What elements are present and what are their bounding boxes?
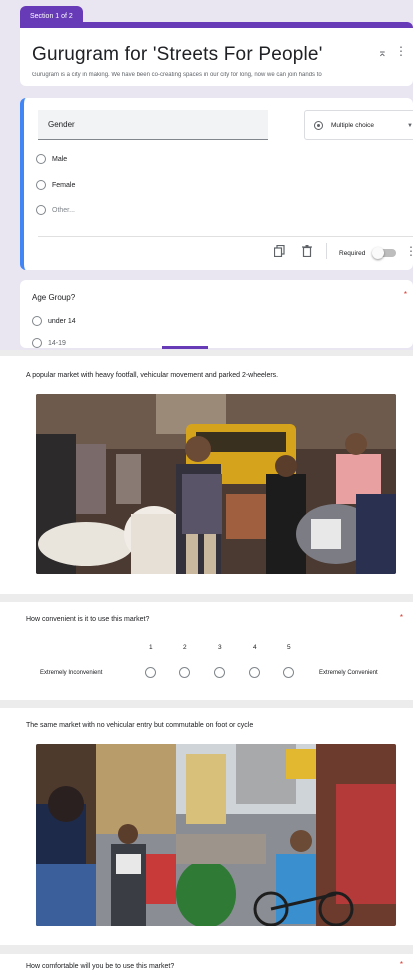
market-pedestrian-photo — [36, 744, 396, 926]
vertical-divider — [326, 243, 327, 259]
question-title: How comfortable will you be to use this … — [26, 963, 175, 970]
option-14-19[interactable]: 14-19 — [32, 338, 66, 348]
radio-circle-icon — [32, 338, 42, 348]
age-question-card[interactable]: Age Group? * under 14 14-19 — [20, 280, 413, 348]
separator — [0, 945, 413, 954]
radio-button-icon — [314, 121, 323, 130]
scale-number-4: 4 — [253, 644, 257, 651]
market-1-section: A popular market with heavy footfall, ve… — [0, 356, 413, 594]
scale-radio-1[interactable] — [145, 667, 156, 678]
delete-icon[interactable] — [302, 245, 312, 260]
radio-circle-icon — [36, 205, 46, 215]
option-other[interactable]: Other... — [36, 205, 75, 215]
image-caption: A popular market with heavy footfall, ve… — [26, 372, 279, 379]
convenience-question-card[interactable]: How convenient is it to use this market?… — [0, 602, 413, 700]
scale-number-5: 5 — [287, 644, 291, 651]
divider — [38, 236, 413, 237]
scale-number-2: 2 — [183, 644, 187, 651]
option-male[interactable]: Male — [36, 154, 67, 164]
chevron-down-icon: ▼ — [407, 123, 413, 129]
scale-number-1: 1 — [149, 644, 153, 651]
duplicate-icon[interactable] — [273, 244, 285, 260]
required-asterisk: * — [403, 290, 407, 299]
required-label: Required — [339, 250, 366, 257]
scale-radio-3[interactable] — [214, 667, 225, 678]
scale-radio-2[interactable] — [179, 667, 190, 678]
collapse-icon[interactable]: ⌅ — [378, 46, 387, 59]
radio-circle-icon — [36, 154, 46, 164]
question-type-dropdown[interactable]: Multiple choice ▼ — [304, 110, 413, 140]
scale-high-label: Extremely Convenient — [319, 670, 378, 676]
scroll-indicator — [162, 346, 208, 349]
option-under-14[interactable]: under 14 — [32, 316, 76, 326]
scale-low-label: Extremely Inconvenient — [40, 670, 103, 676]
form-title-card[interactable]: Gurugram for 'Streets For People' Gurugr… — [20, 22, 413, 86]
question-title-input[interactable]: Gender — [38, 110, 268, 140]
more-vert-icon[interactable]: ⋮ — [405, 244, 413, 258]
separator — [0, 594, 413, 602]
image-caption: The same market with no vehicular entry … — [26, 722, 254, 729]
more-vert-icon[interactable]: ⋮ — [395, 44, 407, 58]
scale-radio-5[interactable] — [283, 667, 294, 678]
question-title: How convenient is it to use this market? — [26, 616, 150, 623]
comfort-question-card[interactable]: How comfortable will you be to use this … — [0, 954, 413, 977]
gender-question-card[interactable]: Gender Multiple choice ▼ Male Female Oth… — [20, 98, 413, 270]
scale-radio-4[interactable] — [249, 667, 260, 678]
scale-number-3: 3 — [218, 644, 222, 651]
market-busy-photo — [36, 394, 396, 574]
market-2-section: The same market with no vehicular entry … — [0, 708, 413, 945]
radio-circle-icon — [32, 316, 42, 326]
form-description[interactable]: Gurugram is a city in making. We have be… — [32, 72, 400, 78]
option-female[interactable]: Female — [36, 180, 75, 190]
question-title: Age Group? — [32, 293, 76, 302]
required-asterisk: * — [399, 960, 403, 969]
question-type-label: Multiple choice — [331, 122, 374, 129]
radio-circle-icon — [36, 180, 46, 190]
required-toggle[interactable] — [372, 247, 396, 259]
form-title[interactable]: Gurugram for 'Streets For People' — [32, 44, 323, 66]
required-asterisk: * — [399, 613, 403, 622]
separator — [0, 700, 413, 708]
